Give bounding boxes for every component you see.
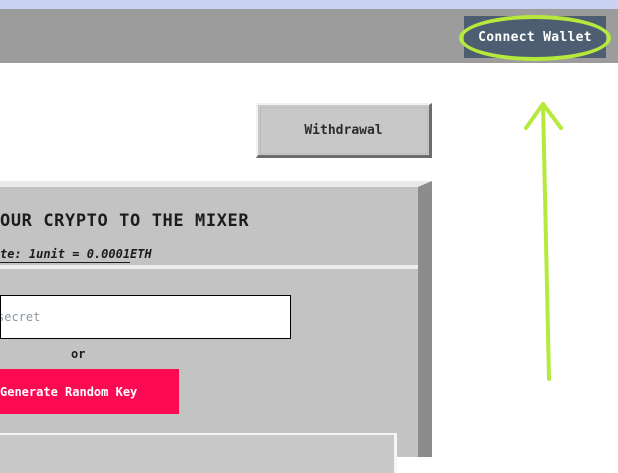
- panel-divider: [0, 265, 418, 269]
- generate-button-label: Generate Random Key: [0, 384, 138, 399]
- connect-wallet-button[interactable]: Connect Wallet: [464, 16, 606, 58]
- or-label: or: [71, 347, 86, 361]
- up-arrow-icon: [524, 102, 563, 381]
- top-strip: [0, 0, 618, 9]
- lower-input-box[interactable]: [0, 433, 397, 473]
- withdrawal-button[interactable]: Withdrawal: [256, 103, 432, 158]
- secret-input[interactable]: [0, 295, 291, 339]
- mixer-panel: OUR CRYPTO TO THE MIXER te: 1unit = 0.00…: [0, 181, 432, 473]
- exchange-rate: te: 1unit = 0.0001ETH: [0, 247, 152, 261]
- rate-underline: [0, 262, 130, 263]
- generate-random-key-button[interactable]: Generate Random Key: [0, 369, 179, 414]
- panel-title: OUR CRYPTO TO THE MIXER: [0, 211, 250, 231]
